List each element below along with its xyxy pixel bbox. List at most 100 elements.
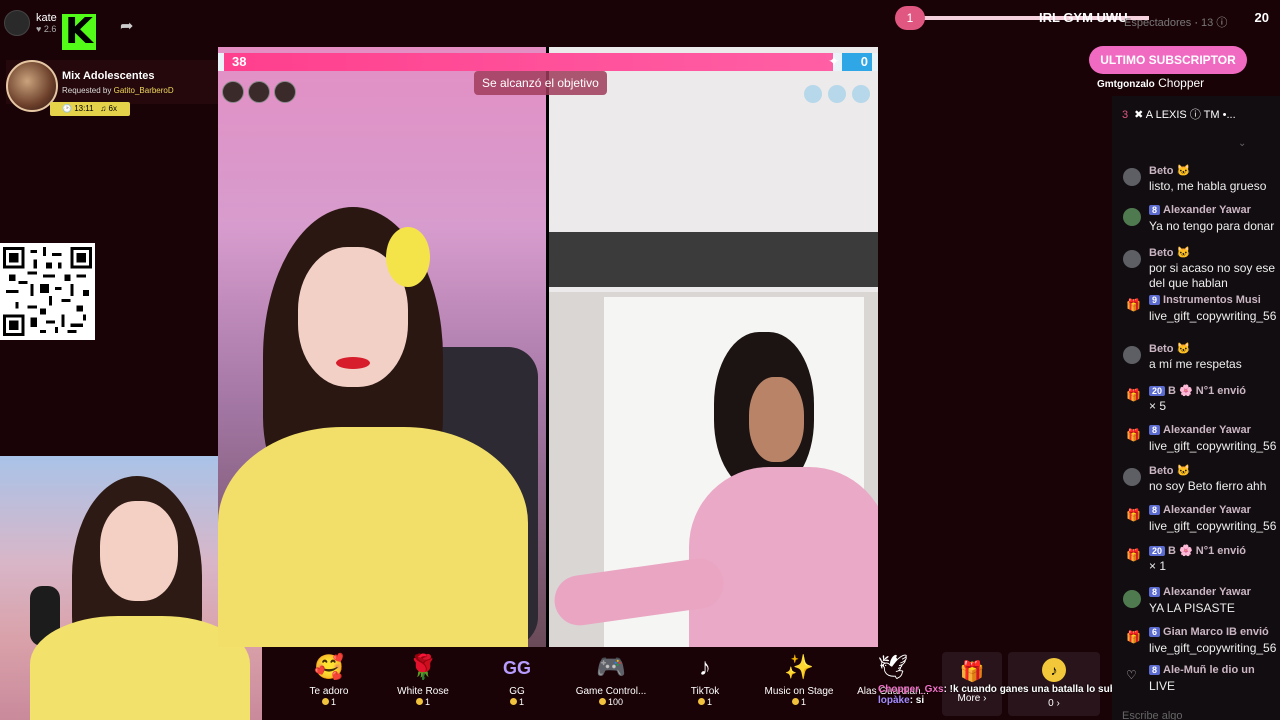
chat-avatar[interactable] [1123,250,1141,268]
overlay-chat-user: Chopper_Gxs [878,684,944,695]
heart-face-icon: 🥰 [314,654,344,681]
gift-item[interactable]: 🌹 White Rose 1 [378,652,468,707]
music-title: Mix Adolescentes [62,70,155,82]
overlay-chat-text: : !k cuando ganes una batalla lo subes [943,684,1127,695]
chat-username-text: Beto 🐱 [1149,343,1191,355]
share-icon[interactable]: ➦ [120,16,133,36]
top-viewer-name: ✖ A LEXIS ⓘ TM •... [1134,109,1236,121]
chevron-down-icon[interactable]: ⌄ [1238,138,1246,149]
host-name: kate [36,12,57,24]
flower-icon [386,227,430,287]
chat-text: × 5 [1149,399,1167,413]
chat-text: a mí me respetas [1149,357,1242,371]
music-stage-icon: ✨ [784,654,814,681]
chat-text: del que hablan [1149,276,1228,290]
chat-text: live_gift_copywriting_56 [1149,439,1277,453]
chat-message: 🎁 20 B 🌸 N°1 envió × 1 [1112,544,1280,584]
top-viewer[interactable]: 3 ✖ A LEXIS ⓘ TM •... [1122,106,1236,122]
chat-username[interactable]: Beto 🐱 [1149,164,1190,177]
chat-text: live_gift_copywriting_56 [1149,641,1277,655]
gift-item[interactable]: ✨ Music on Stage 1 [754,652,844,707]
goal-title: IRL GYM UWU [1039,10,1128,25]
gift-item[interactable]: GG GG 1 [472,652,562,707]
chat-message: 🎁 8 Alexander Yawar live_gift_copywriting_5… [1112,424,1280,464]
chat-username[interactable]: 9 Instrumentos Musi [1149,294,1261,306]
right-face [749,377,804,462]
chat-username-text: Alexander Yawar [1163,504,1251,516]
chat-username[interactable]: 6 Gian Marco IB envió [1149,626,1269,638]
level-badge: 8 [1149,425,1161,435]
chat-username[interactable]: 8 Ale-Muñ le dio un [1149,664,1255,676]
chat-message: 🎁 8 Alexander Yawar live_gift_copywriting_5… [1112,504,1280,544]
supporter-avatar[interactable] [804,85,822,103]
chat-username[interactable]: 8 Alexander Yawar [1149,204,1251,216]
chat-text: YA LA PISASTE [1149,601,1235,615]
top-supporters [222,81,296,103]
host-info[interactable]: kate ♥ 2.6 [4,10,57,36]
chat-input[interactable]: Escribe algo [1122,710,1183,720]
chat-username-text: B 🌸 N°1 envió [1168,545,1247,557]
subscriber-display-name: Chopper [1158,76,1205,90]
chat-message: 8 Alexander Yawar YA LA PISASTE [1112,586,1280,626]
right-supporters [804,85,870,103]
left-score-fill [224,53,833,71]
chat-username-text: Instrumentos Musi [1163,294,1261,306]
kick-logo-icon: K [62,14,96,50]
gift-price: 100 [566,697,656,707]
supporter-avatar[interactable] [828,85,846,103]
chat-avatar[interactable] [1123,590,1141,608]
level-badge: 6 [1149,627,1161,637]
heart-icon: ♡ [1126,668,1137,682]
overlay-chat-line: lopàke: si [878,695,1127,706]
level-badge: 8 [1149,205,1161,215]
host-avatar[interactable] [4,10,30,36]
chat-message: Beto 🐱 por si acaso no soy ese del que hab… [1112,246,1280,290]
gift-icon: 🎁 [1126,298,1141,312]
gift-price: 1 [284,697,374,707]
chat-username-text: B 🌸 N°1 envió [1168,385,1247,397]
wings-icon: 🕊 [877,654,909,681]
requested-by: Gatito_BarberoD [113,86,174,95]
supporter-avatar[interactable] [248,81,270,103]
stream-overlay: kate ♥ 2.6 K ➦ Mix Adolescentes Requeste… [0,0,1280,720]
host-likes: ♥ 2.6 [36,24,57,34]
chat-avatar[interactable] [1123,208,1141,226]
viewers-count[interactable]: Espectadores · 13 ⓘ [1124,14,1227,30]
gift-icon: 🎁 [1126,388,1141,402]
gift-item[interactable]: 🥰 Te adoro 1 [284,652,374,707]
overlay-chat-text: : si [909,695,925,706]
left-streamer-video[interactable] [218,47,546,647]
chat-avatar[interactable] [1123,346,1141,364]
chat-username[interactable]: 8 Alexander Yawar [1149,424,1251,436]
gift-name: GG [509,686,525,697]
supporter-avatar[interactable] [222,81,244,103]
supporter-avatar[interactable] [274,81,296,103]
supporter-avatar[interactable] [852,85,870,103]
chat-message: ♡ 8 Ale-Muñ le dio un LIVE [1112,664,1280,704]
left-score: 38 [232,54,247,69]
requested-prefix: Requested by [62,86,112,95]
chat-username[interactable]: Beto 🐱 [1149,246,1190,259]
chat-text: LIVE [1149,679,1176,693]
chat-username[interactable]: 20 B 🌸 N°1 envió [1149,384,1246,397]
level-badge: 9 [1149,295,1161,305]
chat-avatar[interactable] [1123,468,1141,486]
qr-code-icon [3,247,92,336]
tiktok-coin-icon: ♪ [1042,658,1066,682]
right-streamer-video[interactable] [549,47,878,647]
chat-username[interactable]: Beto 🐱 [1149,464,1190,477]
chat-username[interactable]: Beto 🐱 [1149,342,1190,355]
battle-score-bar: 38 ✦ 0 [218,53,878,71]
chat-avatar[interactable] [1123,168,1141,186]
chat-message: 🎁 9 Instrumentos Musi live_gift_copywriting… [1112,294,1280,334]
chat-username[interactable]: 8 Alexander Yawar [1149,586,1251,598]
chat-username[interactable]: 8 Alexander Yawar [1149,504,1251,516]
gamepad-icon: 🎮 [596,654,626,681]
left-lips [336,357,370,369]
gift-item[interactable]: ♪ TikTok 1 [660,652,750,707]
gift-item[interactable]: 🎮 Game Control... 100 [566,652,656,707]
music-time: 13:11 [74,104,94,113]
gift-name: White Rose [397,686,449,697]
gift-price-value: 1 [706,697,712,707]
chat-username[interactable]: 20 B 🌸 N°1 envió [1149,544,1246,557]
